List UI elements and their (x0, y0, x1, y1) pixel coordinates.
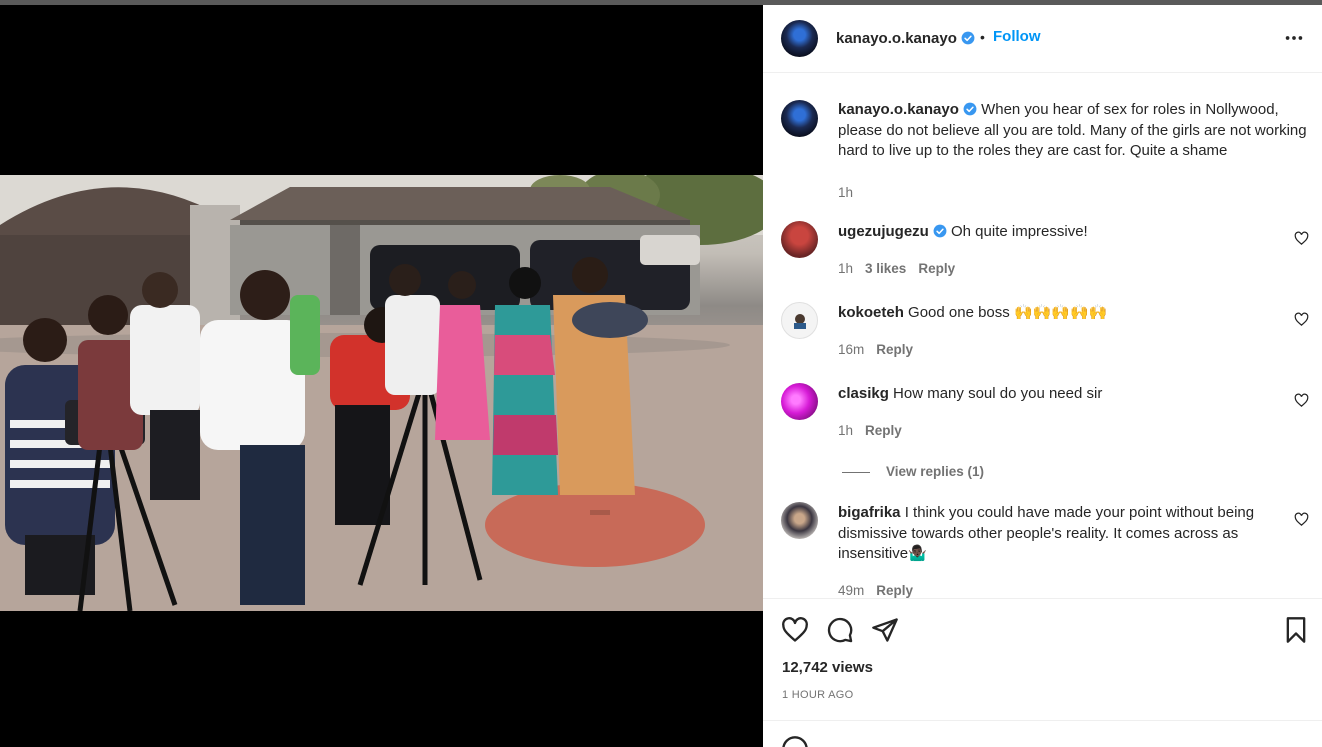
commenter-avatar[interactable] (781, 502, 818, 539)
commenter-avatar[interactable] (781, 302, 818, 339)
comment-time: 1h (838, 261, 854, 276)
comment-text: Good one boss 🙌🙌🙌🙌🙌 (908, 304, 1108, 321)
like-comment-heart-icon[interactable] (1294, 393, 1309, 408)
comment-text: How many soul do you need sir (893, 385, 1103, 402)
post-detail-panel: kanayo.o.kanayo • Follow kanayo.o.kanayo… (763, 5, 1322, 747)
comment-username[interactable]: kokoeteh (838, 304, 904, 321)
comment-username[interactable]: clasikg (838, 385, 889, 402)
more-options-icon[interactable] (1283, 27, 1305, 49)
emoji-icon[interactable] (781, 735, 809, 747)
verified-badge-icon (963, 102, 977, 116)
video-frame-illustration (0, 175, 763, 611)
comment-time: 16m (838, 342, 865, 357)
caption-username[interactable]: kanayo.o.kanayo (838, 101, 959, 118)
comment-likes[interactable]: 3 likes (865, 261, 906, 276)
verified-badge-icon (933, 224, 947, 238)
caption-time: 1h (838, 185, 854, 200)
comments-list[interactable]: kanayo.o.kanayo When you hear of sex for… (763, 74, 1322, 598)
share-icon[interactable] (871, 616, 899, 644)
views-count[interactable]: 12,742 views (782, 659, 873, 676)
like-comment-heart-icon[interactable] (1294, 312, 1309, 327)
comment-text-block: bigafrika I think you could have made yo… (838, 503, 1308, 565)
add-comment-bar[interactable] (763, 720, 1322, 747)
separator-dot: • (980, 29, 985, 45)
reply-button[interactable]: Reply (918, 261, 955, 276)
comment-username[interactable]: bigafrika (838, 504, 901, 521)
post-video[interactable] (0, 175, 763, 611)
reply-button[interactable]: Reply (876, 583, 913, 598)
verified-badge-icon (961, 31, 975, 45)
comment-meta: 16m Reply (838, 342, 925, 357)
comment-text-block: kokoeteh Good one boss 🙌🙌🙌🙌🙌 (838, 303, 1308, 324)
caption-meta: 1h (838, 185, 865, 200)
commenter-avatar[interactable] (781, 221, 818, 258)
post-timestamp: 1 HOUR AGO (782, 689, 854, 701)
author-avatar[interactable] (781, 20, 818, 57)
view-replies-button[interactable]: View replies (1) (842, 464, 984, 479)
like-comment-heart-icon[interactable] (1294, 231, 1309, 246)
comment-text-block: clasikg How many soul do you need sir (838, 384, 1308, 405)
comment-icon[interactable] (826, 616, 854, 644)
post-media-area (0, 5, 763, 747)
follow-button[interactable]: Follow (993, 28, 1041, 45)
caption-author-avatar[interactable] (781, 100, 818, 137)
comment-text: Oh quite impressive! (951, 223, 1088, 240)
caption-text-block: kanayo.o.kanayo When you hear of sex for… (838, 100, 1308, 162)
replies-divider-line (842, 471, 870, 473)
comment-time: 1h (838, 423, 854, 438)
post-actions-bar (763, 598, 1322, 658)
author-username[interactable]: kanayo.o.kanayo (836, 30, 975, 47)
commenter-avatar[interactable] (781, 383, 818, 420)
comment-text-block: ugezujugezu Oh quite impressive! (838, 222, 1308, 243)
avatar-figure (794, 314, 806, 329)
comment-meta: 49m Reply (838, 583, 925, 598)
bookmark-icon[interactable] (1282, 616, 1310, 644)
like-comment-heart-icon[interactable] (1294, 512, 1309, 527)
comment-meta: 1h 3 likes Reply (838, 261, 967, 276)
reply-button[interactable]: Reply (865, 423, 902, 438)
comment-meta: 1h Reply (838, 423, 914, 438)
comment-username[interactable]: ugezujugezu (838, 223, 929, 240)
reply-button[interactable]: Reply (876, 342, 913, 357)
comment-time: 49m (838, 583, 865, 598)
comment-text: I think you could have made your point w… (838, 504, 1255, 562)
heart-icon[interactable] (781, 616, 809, 644)
post-header: kanayo.o.kanayo • Follow (763, 5, 1322, 73)
